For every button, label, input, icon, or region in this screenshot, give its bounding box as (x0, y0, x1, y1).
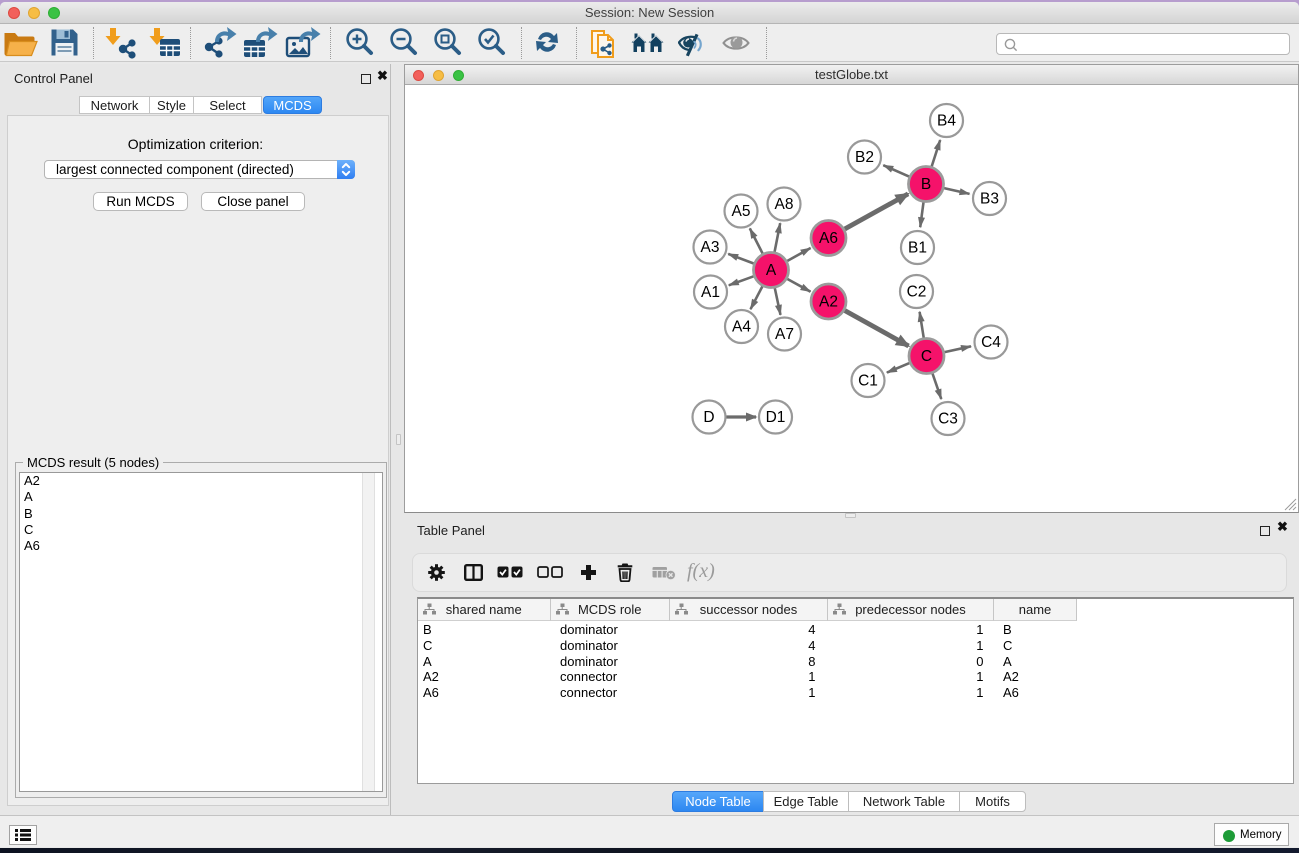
svg-text:C3: C3 (938, 411, 958, 428)
svg-text:B4: B4 (937, 113, 956, 130)
svg-text:B: B (921, 176, 931, 193)
svg-text:B2: B2 (855, 149, 874, 166)
svg-text:C2: C2 (907, 284, 927, 301)
svg-text:B3: B3 (980, 191, 999, 208)
svg-text:B1: B1 (908, 240, 927, 257)
svg-text:A5: A5 (732, 203, 751, 220)
svg-text:A6: A6 (819, 230, 838, 247)
svg-text:A4: A4 (732, 319, 751, 336)
svg-text:D1: D1 (766, 409, 786, 426)
svg-text:A3: A3 (701, 239, 720, 256)
svg-text:A: A (766, 262, 777, 279)
svg-text:D: D (703, 409, 714, 426)
svg-text:A2: A2 (819, 294, 838, 311)
svg-text:A8: A8 (775, 196, 794, 213)
svg-text:A1: A1 (701, 284, 720, 301)
svg-text:C1: C1 (858, 373, 878, 390)
svg-text:C: C (921, 348, 932, 365)
svg-text:C4: C4 (981, 334, 1001, 351)
svg-text:A7: A7 (775, 326, 794, 343)
